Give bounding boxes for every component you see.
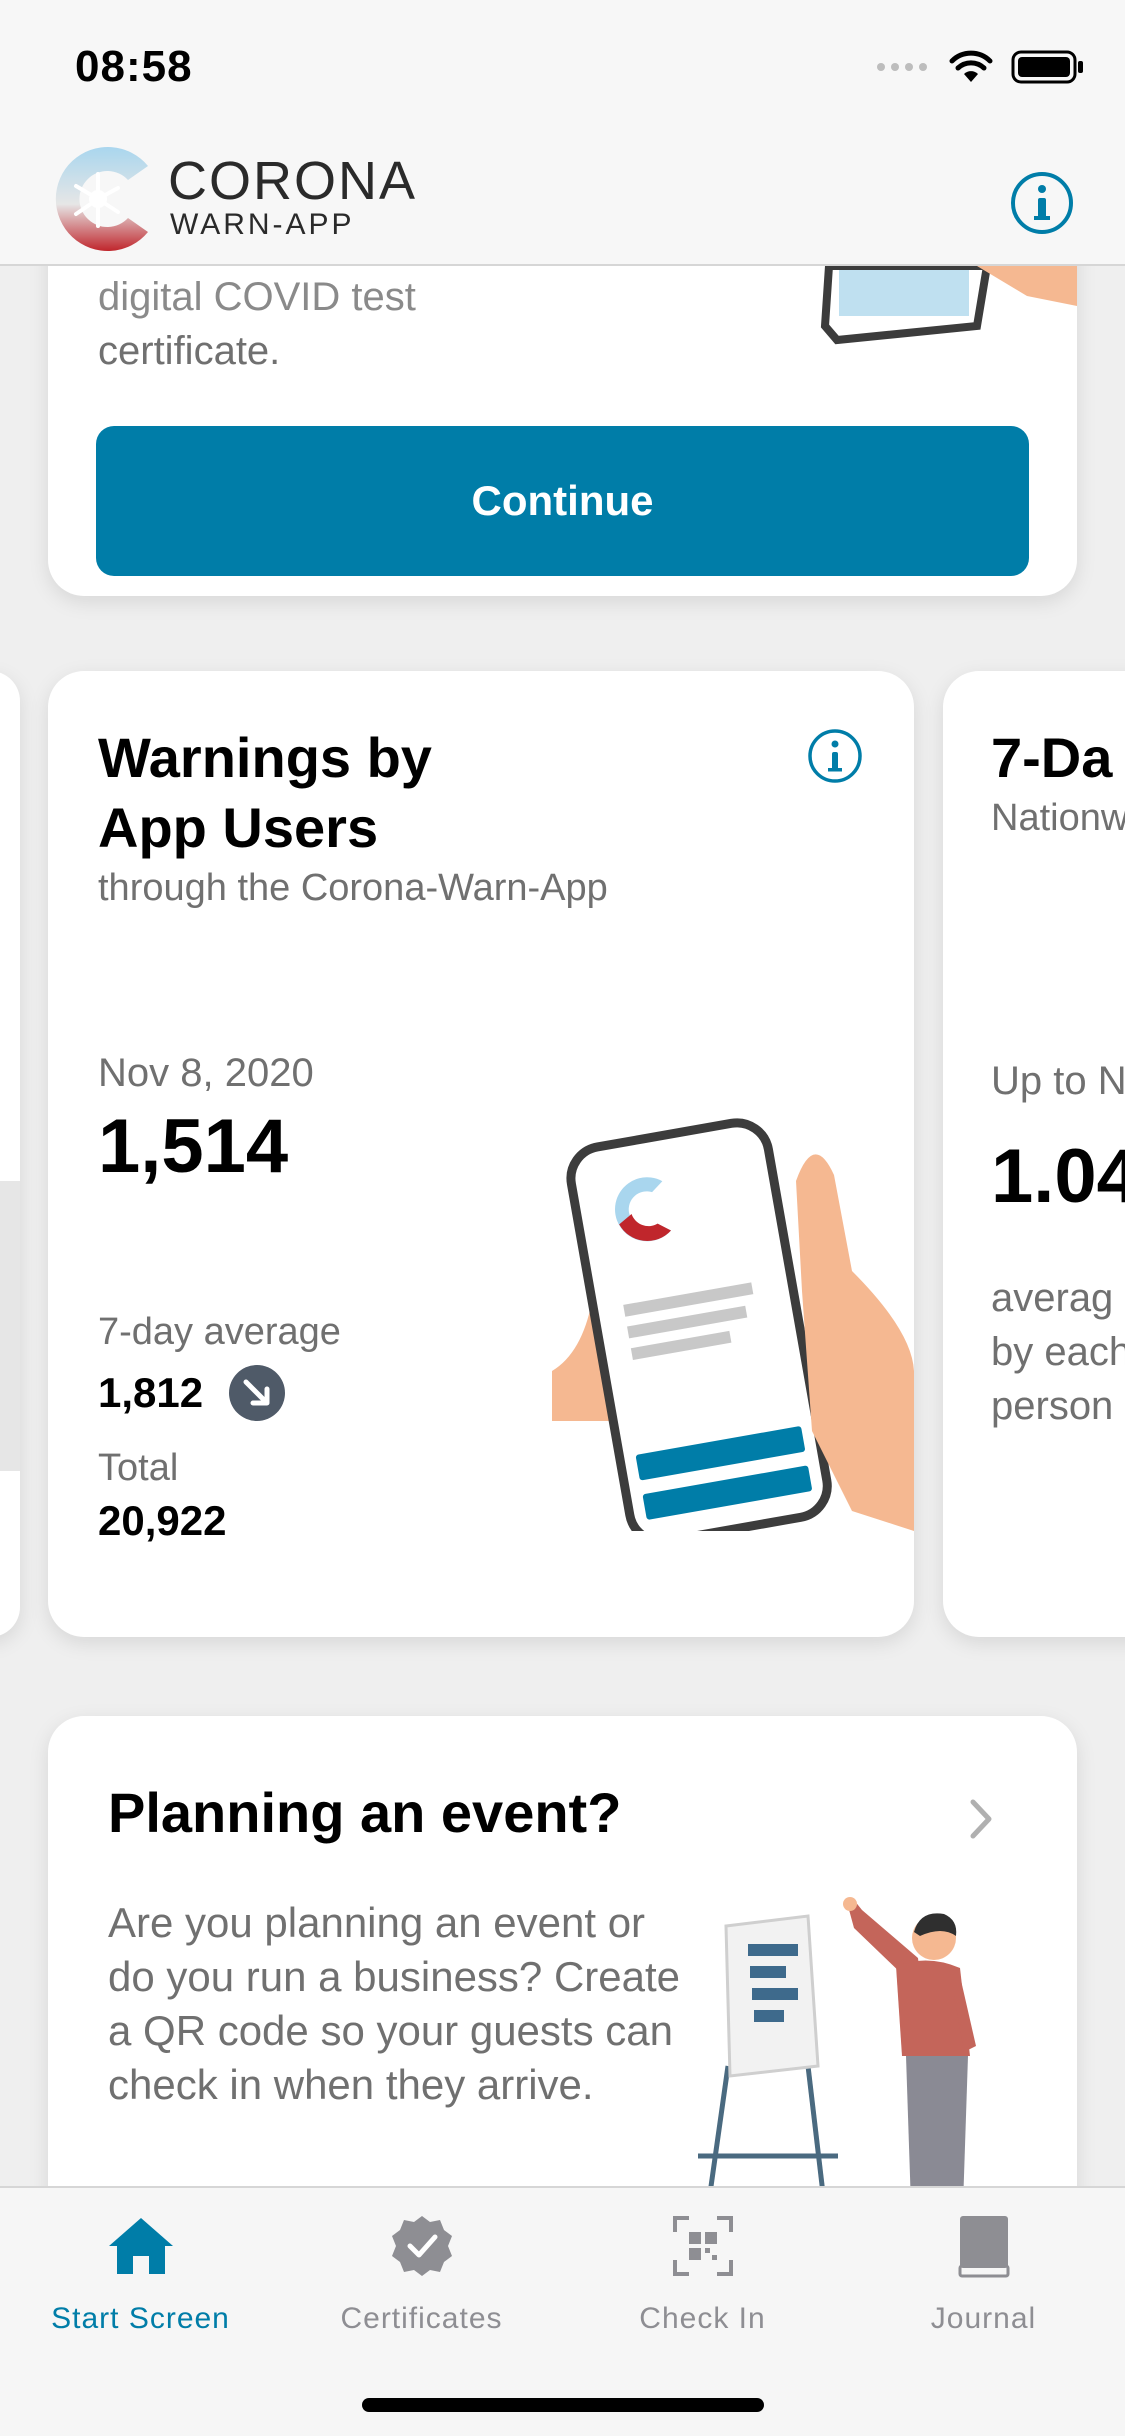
test-certificate-card: digital COVID test certificate. Continue	[48, 266, 1077, 596]
app-header: CORONA WARN-APP	[0, 130, 1125, 266]
phone-illustration	[820, 266, 1077, 345]
stats-title-line1: Warnings by	[98, 726, 432, 789]
stats-date: Nov 8, 2020	[98, 1051, 314, 1095]
qr-code-icon	[672, 2216, 733, 2276]
status-bar: 08:58	[0, 0, 1125, 130]
event-card-text: Are you planning an event or do you run …	[108, 1899, 681, 2108]
stats-info-icon[interactable]	[806, 727, 864, 785]
previous-stats-card-edge	[0, 1181, 20, 1471]
incidence-subtitle: Nationw	[991, 797, 1125, 839]
app-subtitle: WARN-APP	[170, 208, 355, 241]
tab-journal[interactable]: Journal	[843, 2210, 1124, 2350]
tab-certificates-label: Certificates	[340, 2302, 503, 2335]
tab-certificates[interactable]: Certificates	[281, 2210, 562, 2350]
incidence-date: Up to N	[991, 1059, 1125, 1103]
incidence-desc-line3: person	[991, 1384, 1114, 1428]
incidence-title: 7-Da	[991, 726, 1113, 789]
status-icons	[875, 50, 1085, 84]
stats-card-title: Warnings by App Users	[98, 723, 598, 863]
planning-event-card[interactable]: Planning an event? Are you planning an e…	[48, 1716, 1077, 2186]
info-icon[interactable]	[1009, 170, 1075, 236]
warnings-stats-card[interactable]: Warnings by App Users through the Corona…	[48, 671, 914, 1637]
tab-check-in-label: Check In	[639, 2302, 766, 2335]
home-indicator[interactable]	[362, 2398, 764, 2412]
stats-value: 1,514	[98, 1104, 289, 1189]
stats-avg-value: 1,812	[98, 1369, 204, 1416]
battery-icon	[1011, 50, 1083, 84]
cellular-signal-icon	[877, 63, 927, 71]
stats-total-value: 20,922	[98, 1497, 227, 1544]
stats-total-label: Total	[98, 1447, 179, 1489]
test-card-text-line2: certificate.	[98, 329, 281, 373]
test-card-text: digital COVID test certificate.	[98, 270, 748, 378]
status-time: 08:58	[75, 42, 193, 91]
incidence-desc-line2: by each	[991, 1330, 1125, 1374]
previous-stats-card[interactable]	[0, 671, 20, 1637]
tab-start-screen[interactable]: Start Screen	[0, 2210, 281, 2350]
incidence-stats-card[interactable]: 7-Da Nationw Up to N 1.04 averag by each…	[943, 671, 1125, 1637]
wifi-icon	[949, 50, 993, 82]
hand-holding-phone-illustration	[552, 1118, 914, 1531]
trend-down-arrow-icon	[229, 1365, 286, 1421]
tab-start-screen-label: Start Screen	[51, 2302, 230, 2335]
tab-check-in[interactable]: Check In	[562, 2210, 843, 2350]
incidence-desc-line1: averag	[991, 1276, 1114, 1320]
app-title: CORONA	[168, 151, 418, 211]
stats-title-line2: App Users	[98, 796, 379, 859]
certificate-badge-icon	[391, 2216, 452, 2276]
chevron-right-icon[interactable]	[967, 1796, 997, 1842]
tab-journal-label: Journal	[930, 2302, 1037, 2335]
corona-warn-app-logo-icon	[55, 147, 148, 251]
home-scroll-content[interactable]: digital COVID test certificate. Continue…	[0, 266, 1125, 2186]
incidence-description: averag by each person	[991, 1271, 1125, 1433]
book-icon	[958, 2216, 1009, 2278]
house-icon	[108, 2218, 173, 2274]
stats-card-subtitle: through the Corona-Warn-App	[98, 867, 608, 909]
presenter-flipchart-illustration	[698, 1897, 976, 2186]
continue-button[interactable]: Continue	[96, 426, 1029, 576]
stats-avg-label: 7-day average	[98, 1311, 341, 1353]
incidence-value: 1.04	[991, 1134, 1125, 1219]
stats-avg-row: 1,812	[98, 1365, 286, 1421]
test-card-text-line1: digital COVID test	[98, 275, 416, 319]
event-card-title: Planning an event?	[108, 1781, 622, 1844]
